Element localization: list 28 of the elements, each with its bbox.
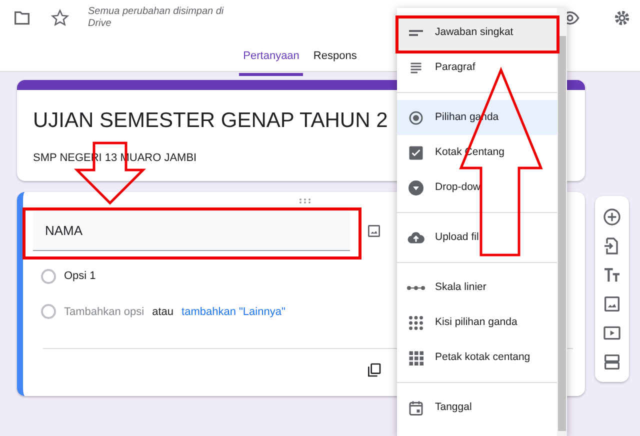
radio-button[interactable]	[41, 268, 56, 284]
duplicate-icon[interactable]	[366, 362, 382, 378]
option-label[interactable]: Opsi 1	[64, 268, 96, 284]
dropdown-icon	[407, 178, 425, 196]
radio-button-icon	[407, 108, 425, 126]
add-question-icon[interactable]	[602, 206, 622, 226]
drag-handle-icon[interactable]	[299, 198, 311, 204]
save-status-text: Semua perubahan disimpan di Drive	[88, 6, 225, 30]
short-answer-icon	[409, 30, 423, 36]
question-title-field[interactable]: NAMA	[33, 211, 350, 251]
add-option-text[interactable]: Tambahkan opsi	[64, 304, 144, 320]
form-title[interactable]: UJIAN SEMESTER GENAP TAHUN 2	[33, 106, 388, 136]
scrollbar[interactable]	[557, 8, 567, 436]
tab[interactable]: Respons	[309, 48, 361, 76]
checkbox-icon	[407, 144, 425, 162]
image-icon[interactable]	[366, 223, 382, 239]
add-other-link[interactable]: tambahkan "Lainnya"	[182, 304, 286, 320]
tab[interactable]: Pertanyaan	[239, 48, 304, 76]
square-grid-icon	[407, 348, 425, 366]
settings-icon[interactable]	[612, 8, 632, 28]
section-icon[interactable]	[602, 352, 622, 372]
menu-item[interactable]: Jawaban singkat	[397, 15, 557, 50]
calendar-icon	[407, 398, 425, 416]
star-icon[interactable]	[50, 8, 70, 28]
linear-scale-icon	[407, 286, 425, 290]
image-icon[interactable]	[602, 294, 622, 314]
or-text: atau	[152, 304, 174, 320]
dot-grid-icon	[407, 314, 425, 332]
